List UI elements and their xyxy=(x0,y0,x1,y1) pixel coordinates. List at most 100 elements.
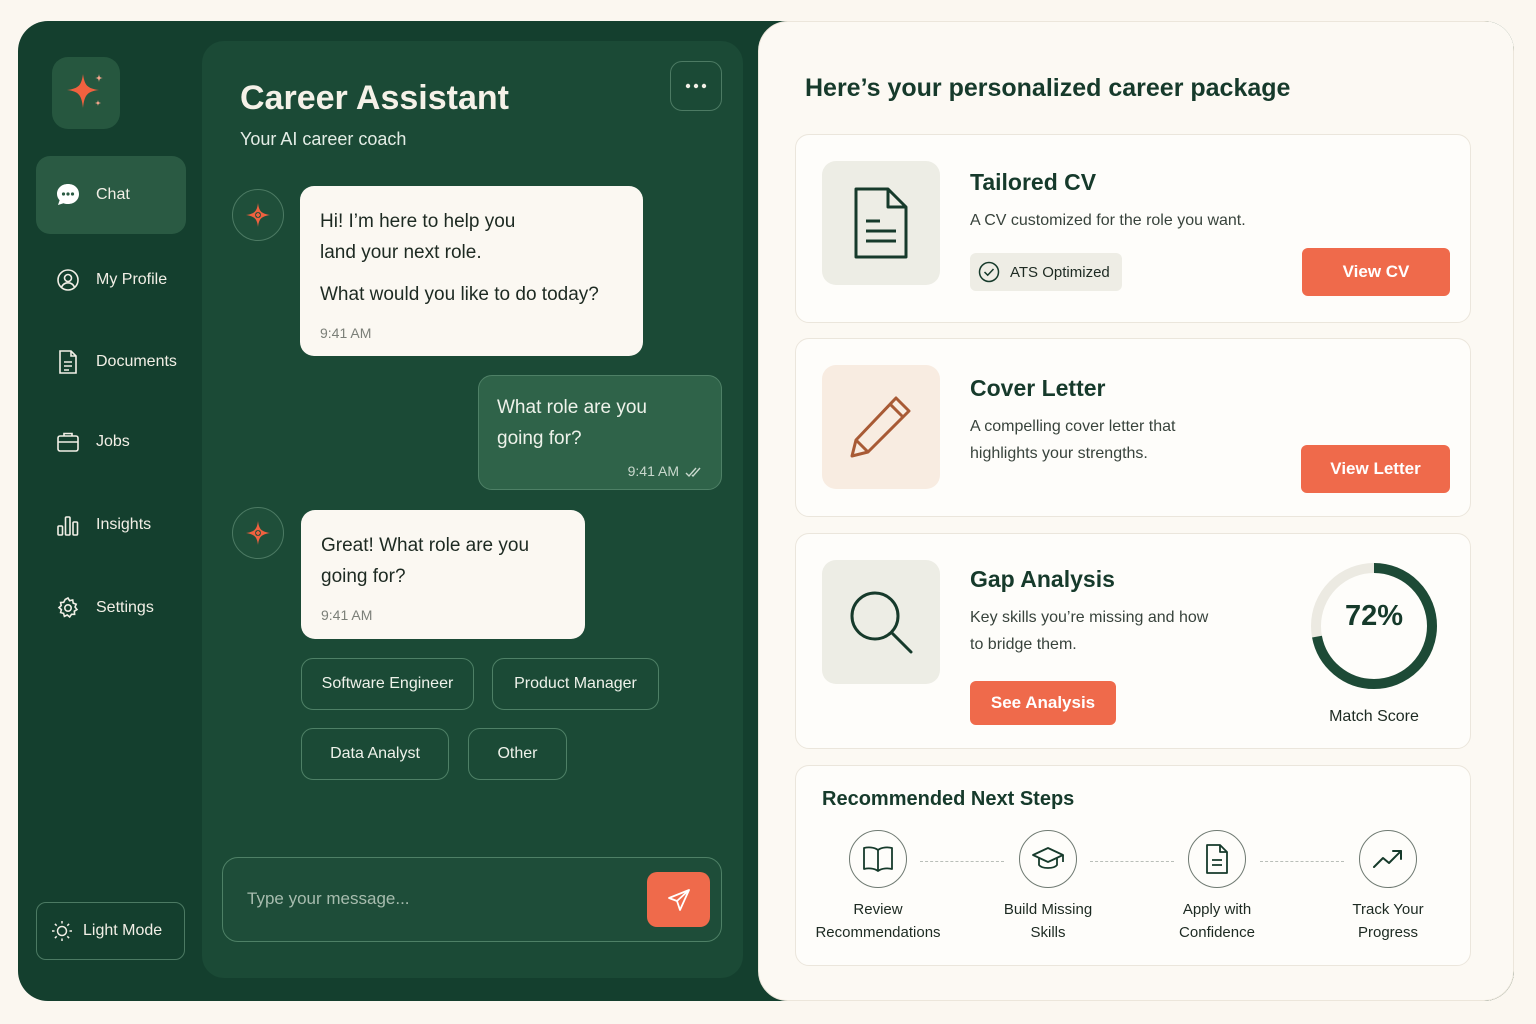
light-mode-label: Light Mode xyxy=(83,922,163,939)
see-analysis-button[interactable]: See Analysis xyxy=(970,681,1116,725)
next-steps-card: Recommended Next Steps Review Recommenda… xyxy=(795,765,1471,966)
description-line: to bridge them. xyxy=(970,636,1077,653)
sidebar-item-chat[interactable]: Chat xyxy=(36,156,186,234)
gap-title: Gap Analysis xyxy=(970,566,1115,592)
step-button[interactable] xyxy=(1359,830,1417,888)
tailored-cv-card: Tailored CV A CV customized for the role… xyxy=(795,134,1471,323)
bar-chart-icon xyxy=(54,511,82,539)
message-time: 9:41 AM xyxy=(627,463,679,479)
message-time: 9:41 AM xyxy=(321,607,373,623)
view-cv-button[interactable]: View CV xyxy=(1302,248,1450,296)
chat-subtitle: Your AI career coach xyxy=(240,129,407,149)
message-text: going for? xyxy=(497,428,582,449)
match-score-value: 72% xyxy=(1344,600,1404,632)
user-message: What role are you going for? 9:41 AM xyxy=(478,375,722,490)
cv-icon-tile xyxy=(822,161,940,285)
step-label-line: Review xyxy=(853,901,903,918)
step-build-missing-skills: Build Missing Skills xyxy=(968,830,1128,944)
sidebar-item-label: Chat xyxy=(96,186,130,203)
step-apply-with-confidence: Apply with Confidence xyxy=(1137,830,1297,944)
book-icon xyxy=(863,846,893,872)
pencil-icon xyxy=(850,396,911,458)
match-score-label: Match Score xyxy=(1329,708,1419,725)
step-button[interactable] xyxy=(849,830,907,888)
ats-badge-label: ATS Optimized xyxy=(1010,263,1110,281)
gap-analysis-card: Gap Analysis Key skills you’re missing a… xyxy=(795,533,1471,749)
sparkle-logo-icon xyxy=(67,74,103,108)
message-text: land your next role. xyxy=(320,242,482,263)
message-time-row: 9:41 AM xyxy=(497,456,703,487)
sidebar-item-label: Jobs xyxy=(96,433,130,450)
gear-icon xyxy=(54,594,82,622)
sun-icon xyxy=(51,920,73,942)
step-review-recommendations: Review Recommendations xyxy=(798,830,958,944)
assistant-message: Hi! I’m here to help you land your next … xyxy=(300,186,643,356)
package-title: Here’s your personalized career package xyxy=(805,74,1291,102)
career-package-panel: Here’s your personalized career package … xyxy=(758,21,1514,1001)
message-time: 9:41 AM xyxy=(320,325,372,341)
chip-data-analyst[interactable]: Data Analyst xyxy=(301,728,449,780)
message-text: going for? xyxy=(321,566,406,587)
step-button[interactable] xyxy=(1019,830,1077,888)
graduation-cap-icon xyxy=(1032,847,1064,869)
step-label-line: Recommendations xyxy=(815,924,941,941)
sidebar-item-jobs[interactable]: Jobs xyxy=(36,403,186,481)
logo xyxy=(52,57,120,129)
cover-letter-card: Cover Letter A compelling cover letter t… xyxy=(795,338,1471,517)
message-input[interactable] xyxy=(247,884,627,914)
sparkle-icon xyxy=(246,203,270,227)
app-window: Chat My Profile Documents Jobs Insights xyxy=(18,21,1514,1001)
cover-letter-description: A compelling cover letter that highlight… xyxy=(970,413,1175,467)
document-icon xyxy=(854,187,908,259)
briefcase-icon xyxy=(54,428,82,456)
step-label: Build Missing Skills xyxy=(968,898,1128,944)
description-line: highlights your strengths. xyxy=(970,445,1148,462)
sidebar-item-label: Settings xyxy=(96,599,154,616)
chat-bubble-icon xyxy=(54,181,82,209)
chat-panel: Career Assistant Your AI career coach Hi… xyxy=(202,41,743,978)
ats-badge: ATS Optimized xyxy=(970,253,1122,291)
message-text: Hi! I’m here to help you xyxy=(320,211,516,232)
step-label-line: Progress xyxy=(1357,924,1419,941)
assistant-message: Great! What role are you going for? 9:41… xyxy=(301,510,585,639)
sidebar-item-documents[interactable]: Documents xyxy=(36,323,186,401)
chip-other[interactable]: Other xyxy=(468,728,567,780)
sidebar-item-insights[interactable]: Insights xyxy=(36,486,186,564)
more-options-button[interactable] xyxy=(670,61,722,111)
send-icon xyxy=(667,888,690,911)
light-mode-toggle[interactable]: Light Mode xyxy=(36,902,185,960)
step-label-line: Skills xyxy=(1030,924,1066,941)
step-label-line: Confidence xyxy=(1179,924,1255,941)
assistant-avatar xyxy=(232,507,284,559)
message-text: Great! What role are you xyxy=(321,535,530,556)
step-label: Review Recommendations xyxy=(798,898,958,944)
assistant-avatar xyxy=(232,189,284,241)
cover-letter-icon-tile xyxy=(822,365,940,489)
sidebar-item-my-profile[interactable]: My Profile xyxy=(36,241,186,319)
user-icon xyxy=(54,266,82,294)
magnifier-icon xyxy=(850,591,913,654)
chip-product-manager[interactable]: Product Manager xyxy=(492,658,659,710)
gap-description: Key skills you’re missing and how to bri… xyxy=(970,604,1208,658)
next-steps-title: Recommended Next Steps xyxy=(822,788,1075,810)
sidebar-item-settings[interactable]: Settings xyxy=(36,569,186,647)
description-line: A compelling cover letter that xyxy=(970,418,1176,435)
message-text: What would you like to do today? xyxy=(320,284,599,305)
double-check-icon xyxy=(685,467,701,477)
step-track-your-progress: Track Your Progress xyxy=(1308,830,1468,944)
chip-software-engineer[interactable]: Software Engineer xyxy=(301,658,474,710)
step-label-line: Apply with xyxy=(1182,901,1252,918)
message-composer xyxy=(222,857,722,942)
step-label: Track Your Progress xyxy=(1308,898,1468,944)
cv-description: A CV customized for the role you want. xyxy=(970,212,1246,229)
view-letter-button[interactable]: View Letter xyxy=(1301,445,1450,493)
step-label-line: Track Your xyxy=(1352,901,1424,918)
step-button[interactable] xyxy=(1188,830,1246,888)
step-label-line: Build Missing xyxy=(1003,901,1093,918)
chat-title: Career Assistant xyxy=(240,79,509,117)
cv-title: Tailored CV xyxy=(970,169,1097,195)
send-button[interactable] xyxy=(647,872,710,927)
sidebar-item-label: My Profile xyxy=(96,271,168,288)
check-circle-icon xyxy=(978,261,1000,283)
sidebar-item-label: Insights xyxy=(96,516,152,533)
